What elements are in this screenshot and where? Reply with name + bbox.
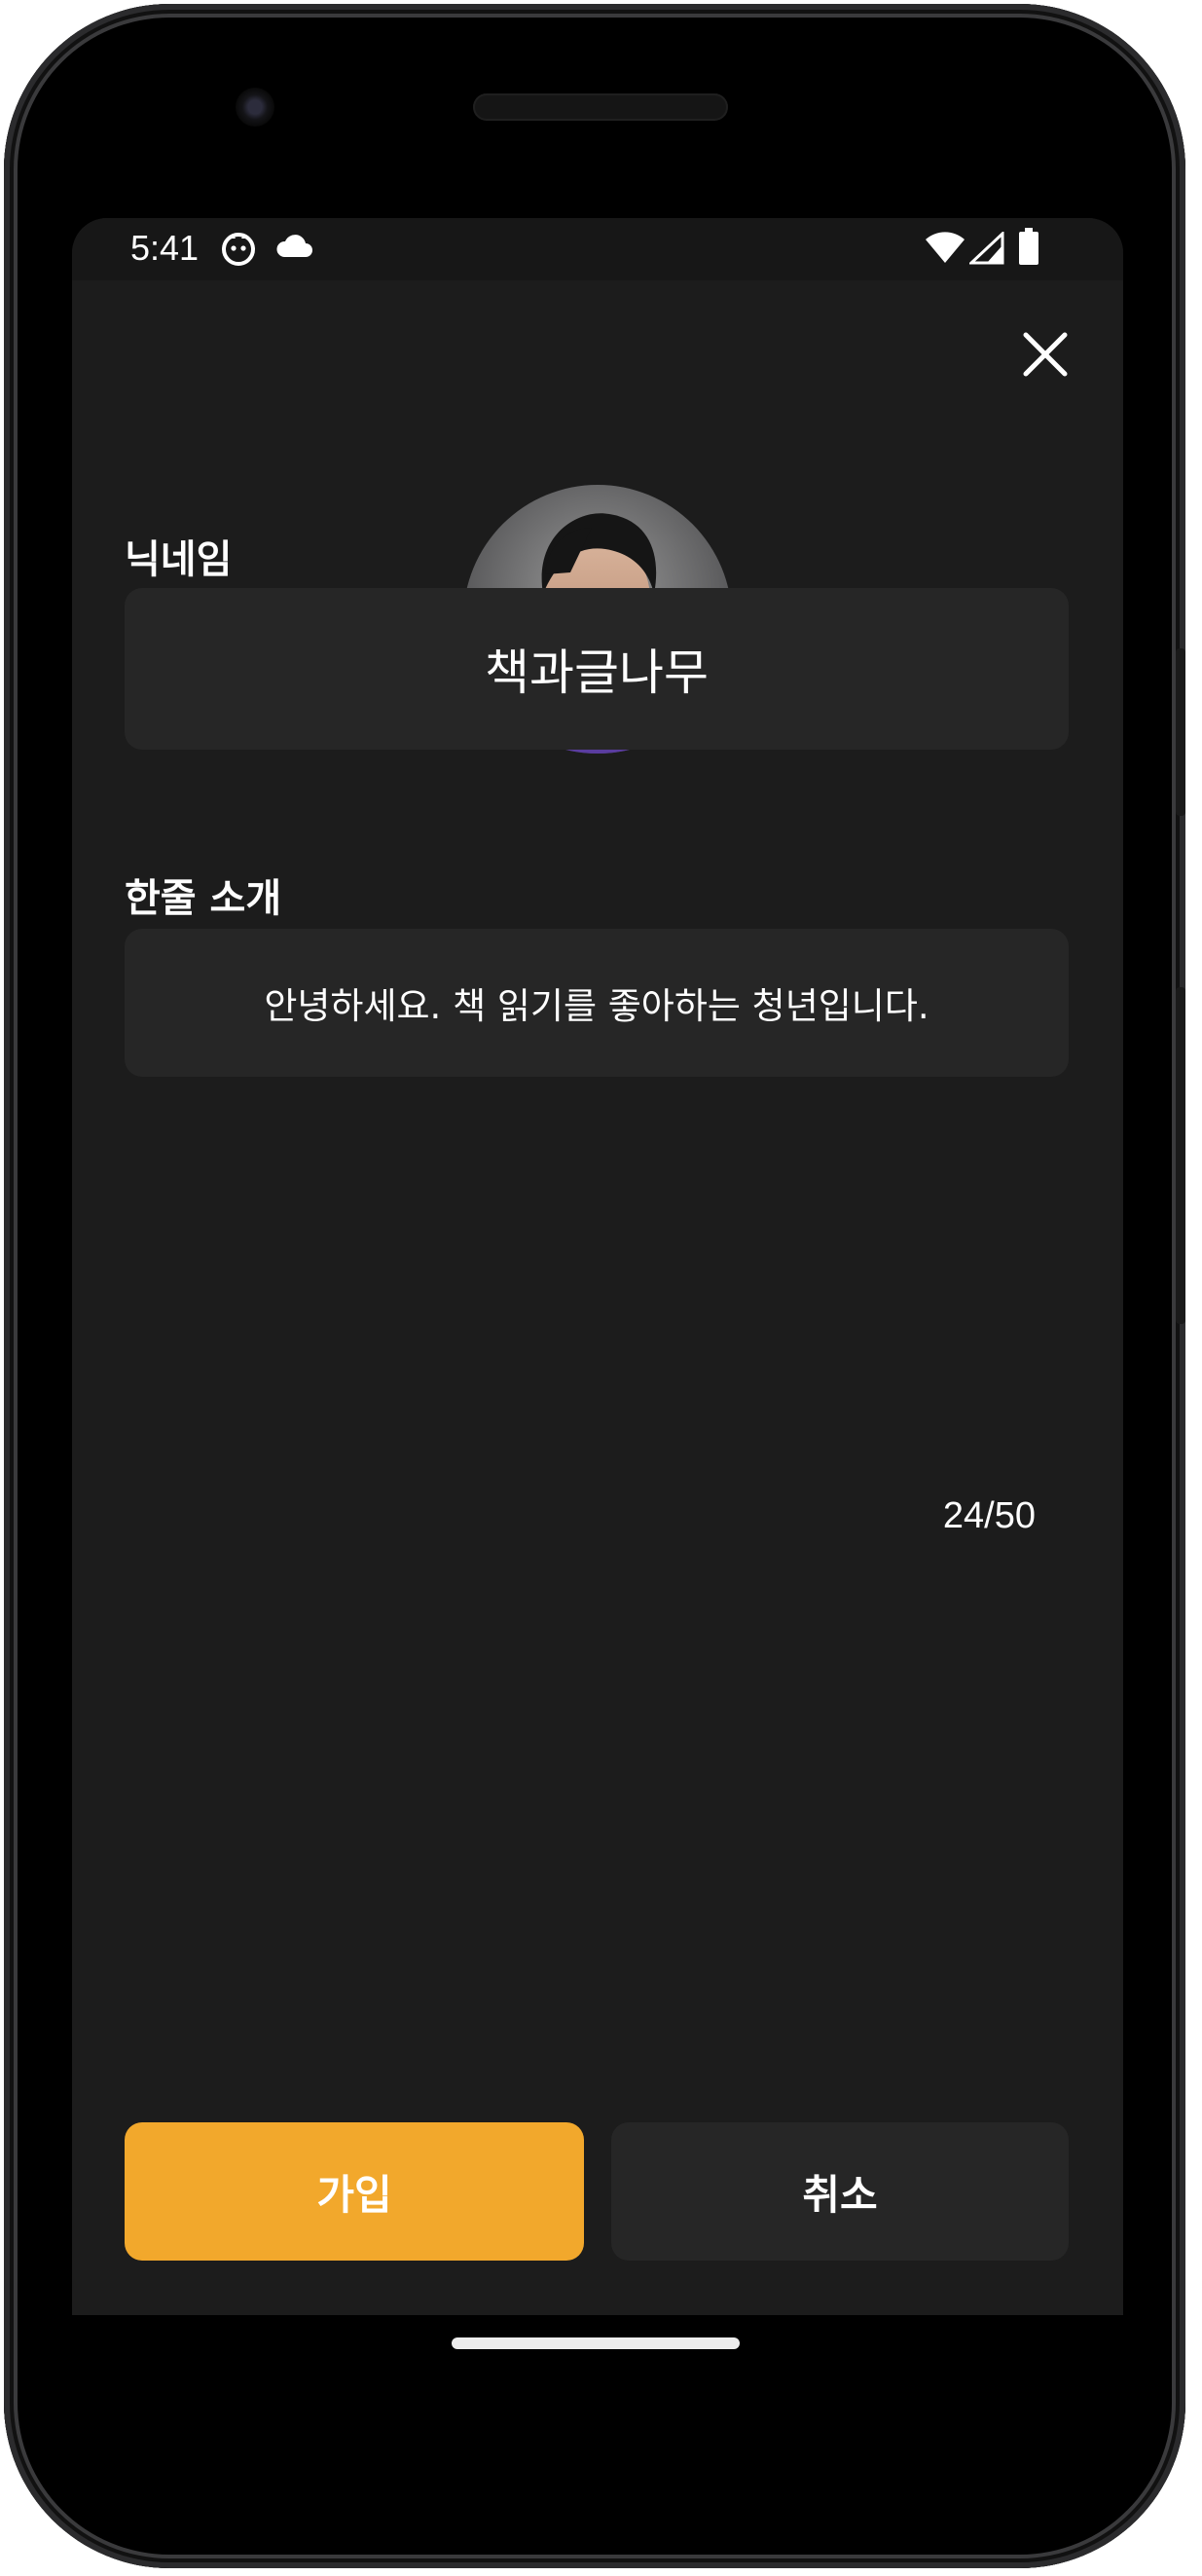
power-button	[1176, 648, 1185, 816]
intro-char-counter: 24/50	[942, 1495, 1036, 1536]
nickname-input[interactable]: 책과글나무	[125, 588, 1069, 750]
signal-icon	[967, 230, 1004, 269]
cloud-icon	[274, 232, 313, 265]
earpiece-speaker	[473, 93, 728, 121]
status-bar: 5:41	[72, 218, 1123, 280]
volume-button	[1176, 987, 1185, 1324]
wifi-icon	[925, 230, 965, 269]
close-button[interactable]	[1006, 315, 1084, 393]
face-notification-icon	[220, 230, 257, 271]
cancel-button[interactable]: 취소	[611, 2122, 1069, 2261]
nickname-value: 책과글나무	[485, 644, 709, 701]
front-camera	[236, 88, 274, 127]
phone-frame: 5:41 닉네임 책과글나무 한줄 소개 안녕하세요. 책 읽기를 좋아하는 청…	[4, 4, 1185, 2568]
intro-label: 한줄 소개	[125, 876, 282, 921]
nickname-label: 닉네임	[125, 537, 233, 582]
intro-value: 안녕하세요. 책 읽기를 좋아하는 청년입니다.	[264, 985, 929, 1027]
join-button[interactable]: 가입	[125, 2122, 584, 2261]
cancel-button-label: 취소	[802, 2170, 878, 2219]
home-indicator[interactable]	[452, 2337, 740, 2349]
status-time: 5:41	[130, 228, 200, 268]
intro-input[interactable]: 안녕하세요. 책 읽기를 좋아하는 청년입니다.	[125, 929, 1069, 1077]
join-button-label: 가입	[316, 2170, 392, 2219]
battery-icon	[1018, 228, 1039, 271]
app-screen: 5:41 닉네임 책과글나무 한줄 소개 안녕하세요. 책 읽기를 좋아하는 청…	[72, 218, 1123, 2315]
close-icon	[1023, 332, 1068, 377]
